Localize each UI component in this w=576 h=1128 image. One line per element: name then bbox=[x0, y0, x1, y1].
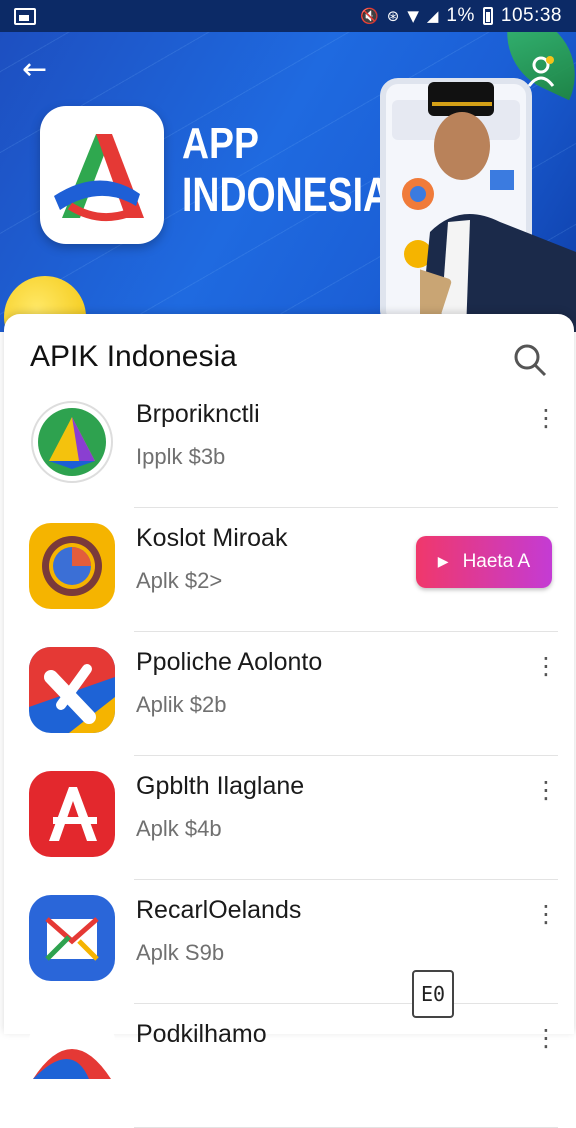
battery-percent: 1% bbox=[446, 5, 475, 26]
app-list: Brporiknctli Ipplk $3b ⋮ Koslot Miroak A… bbox=[4, 384, 574, 1128]
list-item[interactable]: RecarlOelands Aplk S9b ⋮ bbox=[29, 880, 558, 1004]
app-subtitle: Aplk S9b bbox=[136, 940, 225, 965]
banner-title-line1: APP bbox=[182, 119, 259, 168]
battery-icon bbox=[482, 7, 493, 25]
header-banner: ← APP INDONESIA bbox=[0, 32, 576, 332]
app-name: Gpblth Ilaglane bbox=[136, 772, 305, 800]
more-options-icon[interactable]: ⋮ bbox=[534, 1024, 558, 1052]
list-item[interactable]: Brporiknctli Ipplk $3b ⋮ bbox=[31, 384, 558, 508]
app-icon-ring bbox=[29, 523, 115, 609]
more-options-icon[interactable]: ⋮ bbox=[534, 900, 558, 928]
app-icon-mail bbox=[29, 895, 115, 981]
list-item[interactable]: Koslot Miroak Aplk $2> ▶ Haeta A bbox=[29, 508, 558, 632]
app-icon-triangle bbox=[31, 401, 113, 483]
list-item[interactable]: Gpblth Ilaglane Aplk $4b ⋮ bbox=[29, 756, 558, 880]
app-icon-arrow bbox=[29, 1019, 115, 1105]
more-options-icon[interactable]: ⋮ bbox=[534, 652, 558, 680]
app-subtitle: Ipplk $3b bbox=[136, 444, 226, 469]
back-arrow-icon[interactable]: ← bbox=[22, 54, 54, 86]
sheet-title: APIK Indonesia bbox=[30, 340, 237, 373]
more-options-icon[interactable]: ⋮ bbox=[534, 404, 558, 432]
app-subtitle: Aplk $2> bbox=[136, 568, 223, 593]
app-name: RecarlOelands bbox=[136, 896, 302, 924]
list-item[interactable]: Ppoliche Aolonto Aplik $2b ⋮ bbox=[29, 632, 558, 756]
floating-document-icon[interactable]: E0 bbox=[412, 970, 454, 1018]
search-icon[interactable] bbox=[512, 342, 548, 378]
signal-icon: ◢ bbox=[426, 7, 439, 25]
app-list-sheet: APIK Indonesia Brporiknctli Ipplk $3b ⋮ bbox=[4, 314, 574, 1128]
list-item[interactable]: Podkilhamo ⋮ bbox=[29, 1004, 558, 1128]
person-illustration bbox=[420, 82, 576, 332]
hotspot-icon: ⊛ bbox=[386, 7, 400, 25]
screenshot-icon bbox=[14, 7, 36, 25]
mute-icon: 🔇 bbox=[360, 7, 379, 25]
app-name: Podkilhamo bbox=[136, 1020, 267, 1048]
chevron-right-icon: ▶ bbox=[437, 554, 449, 570]
app-name: Koslot Miroak bbox=[136, 524, 288, 552]
more-options-icon[interactable]: ⋮ bbox=[534, 776, 558, 804]
banner-title-line2: INDONESIA bbox=[182, 169, 391, 222]
app-subtitle: Aplk $4b bbox=[136, 816, 222, 841]
app-logo-mark bbox=[54, 134, 144, 222]
app-subtitle: Aplik $2b bbox=[136, 692, 227, 717]
status-bar: 🔇 ⊛ ▼ ◢ 1% 105:38 bbox=[0, 0, 576, 32]
clock: 105:38 bbox=[500, 5, 562, 26]
wifi-icon: ▼ bbox=[407, 7, 419, 25]
app-icon-letter-a bbox=[29, 771, 115, 857]
app-logo bbox=[40, 106, 164, 244]
action-button-label: Haeta A bbox=[462, 551, 531, 572]
action-button[interactable]: ▶ Haeta A bbox=[416, 536, 552, 588]
app-name: Ppoliche Aolonto bbox=[136, 648, 323, 676]
app-name: Brporiknctli bbox=[136, 400, 260, 428]
app-icon-mail-slash bbox=[29, 647, 115, 733]
